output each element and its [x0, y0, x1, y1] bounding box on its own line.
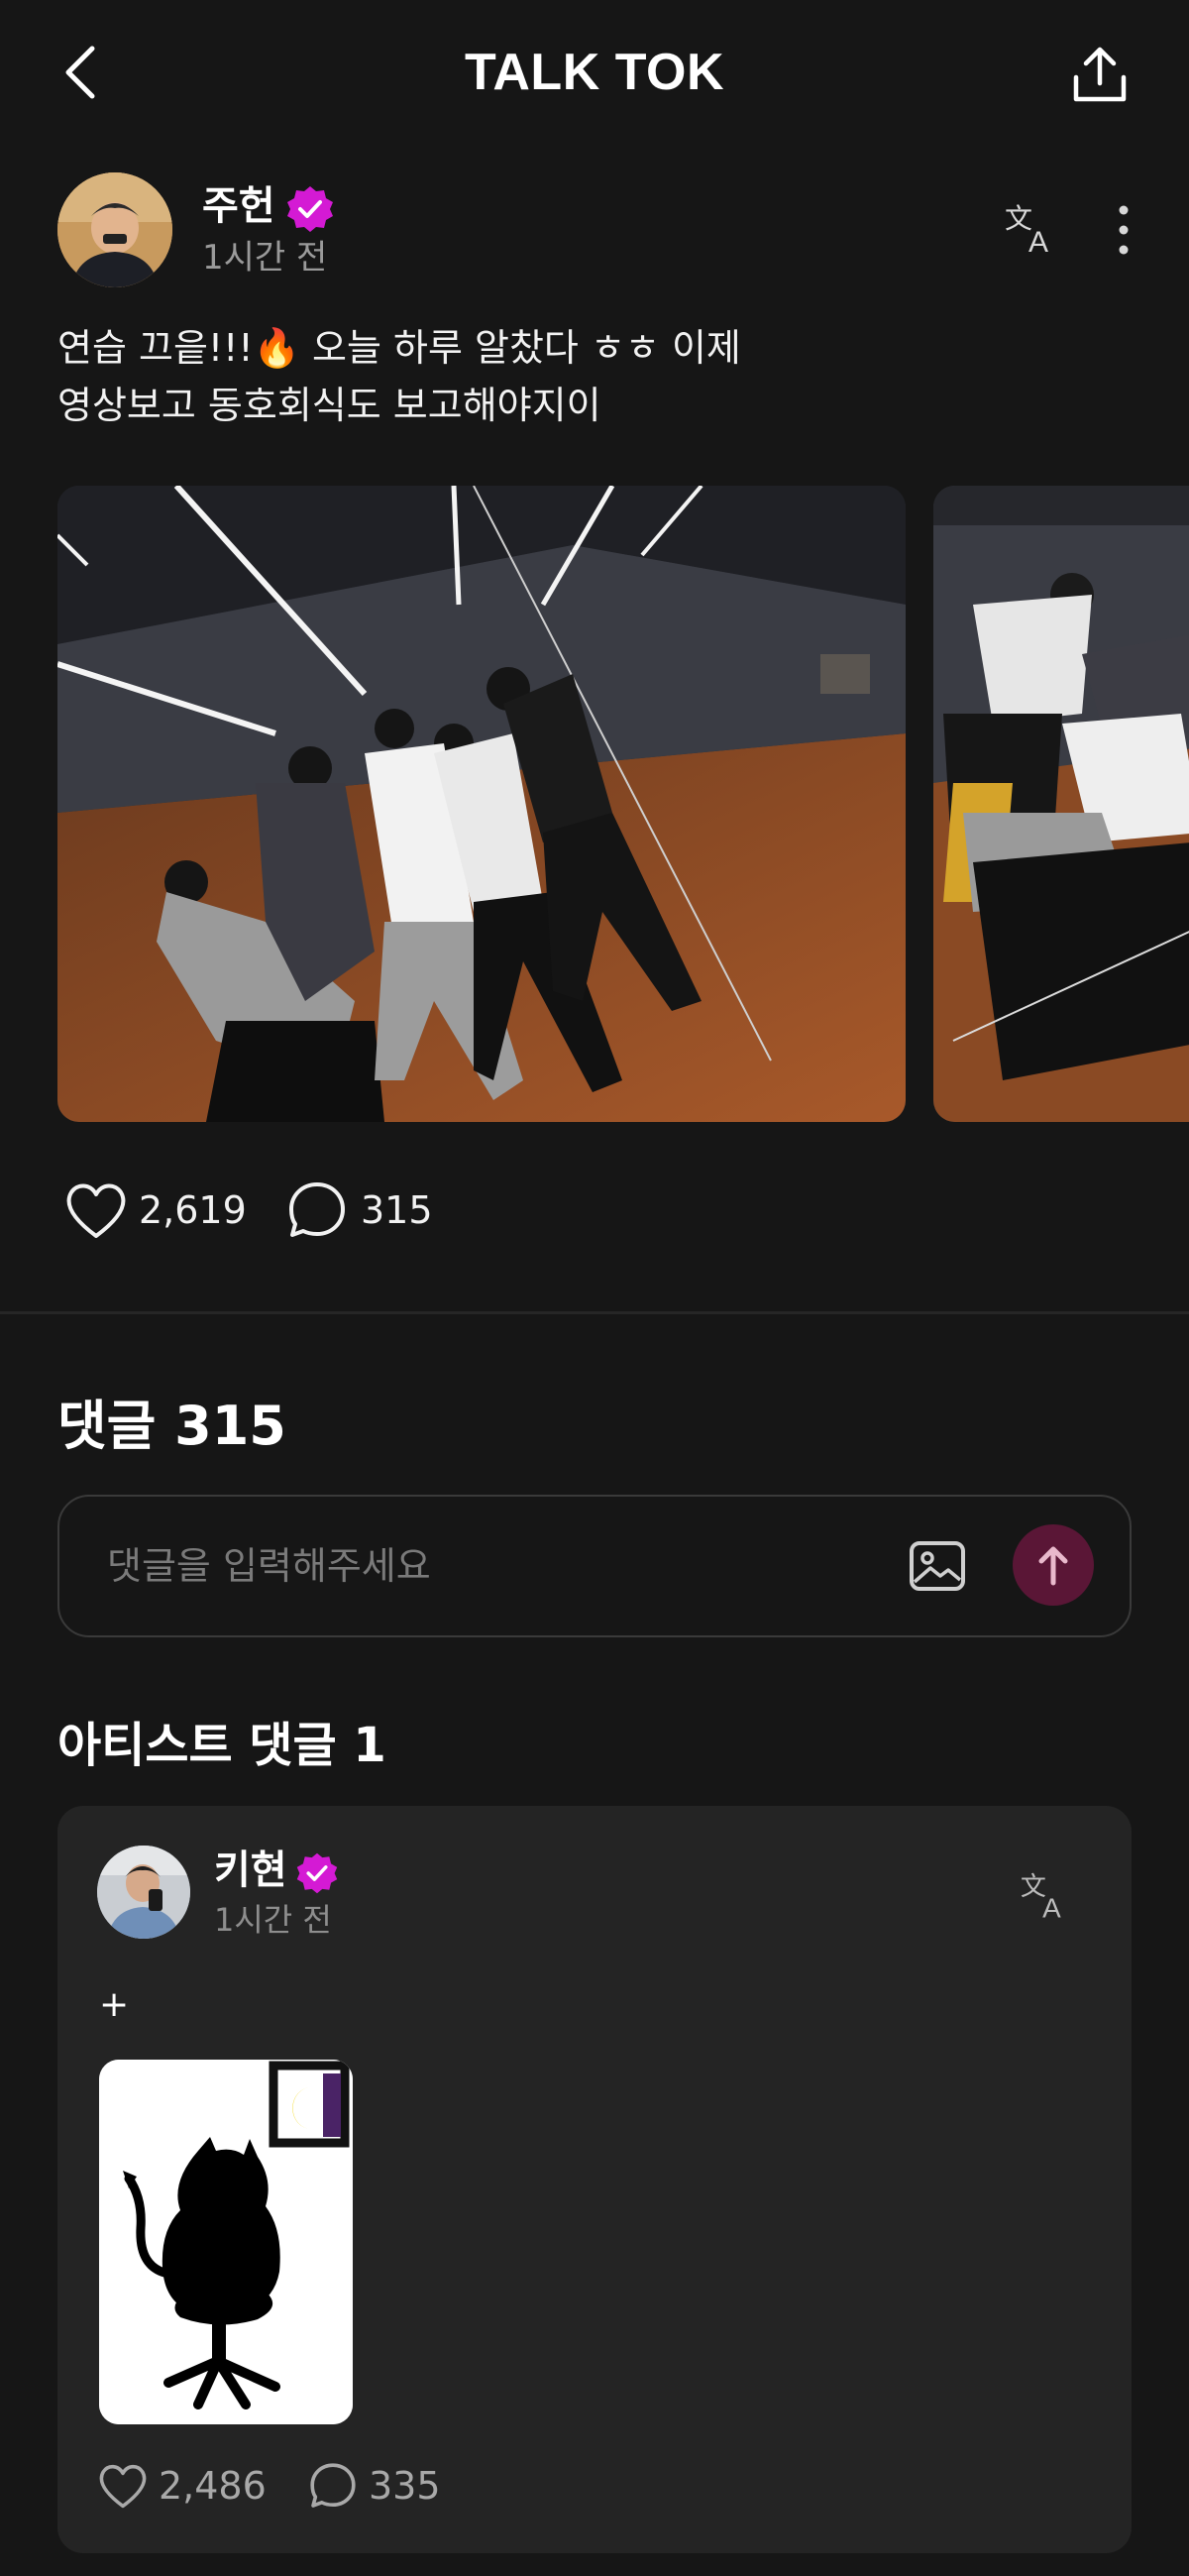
- comment-reply-button[interactable]: 335: [309, 2456, 441, 2516]
- commenter-avatar[interactable]: [97, 1846, 190, 1939]
- author-name[interactable]: 주헌: [202, 181, 275, 231]
- heart-icon: [99, 2464, 147, 2509]
- translate-button[interactable]: 文 A: [1001, 198, 1060, 258]
- artist-comments-heading: 아티스트 댓글 1: [57, 1718, 386, 1773]
- comment-count: 315: [361, 1188, 433, 1232]
- like-count: 2,619: [139, 1188, 247, 1232]
- post-time: 1시간 전: [202, 238, 328, 278]
- comment-bubble-icon: [289, 1182, 345, 1237]
- verified-badge-icon: [295, 1851, 339, 1895]
- image-icon: [910, 1541, 965, 1591]
- post-text-line: 영상보고 동호회식도 보고해야지이: [57, 384, 601, 427]
- comment-button[interactable]: 315: [287, 1177, 433, 1243]
- translate-icon: 文 A: [1021, 1872, 1061, 1921]
- svg-text:A: A: [1028, 226, 1048, 256]
- post-text-line: 연습 끄읕!!!🔥 오늘 하루 알찼다 ㅎㅎ 이제: [57, 326, 741, 370]
- commenter-name[interactable]: 키현: [214, 1846, 287, 1895]
- translate-button[interactable]: 文 A: [1017, 1867, 1072, 1923]
- comments-heading: 댓글 315: [57, 1395, 286, 1457]
- comment-text: +: [99, 1984, 130, 2025]
- translate-icon: 文 A: [1005, 202, 1048, 256]
- arrow-up-icon: [1038, 1546, 1068, 1586]
- comment-like-count: 2,486: [159, 2464, 267, 2508]
- post-body: 연습 끄읕!!!🔥 오늘 하루 알찼다 ㅎㅎ 이제 영상보고 동호회식도 보고해…: [57, 319, 1147, 434]
- svg-text:A: A: [1042, 1892, 1061, 1921]
- verified-badge-icon: [285, 184, 335, 234]
- post-photo[interactable]: [57, 486, 906, 1122]
- comment-time: 1시간 전: [214, 1901, 332, 1939]
- heart-icon: [66, 1183, 126, 1238]
- author-avatar[interactable]: [57, 172, 172, 287]
- comment-input[interactable]: 댓글을 입력해주세요: [107, 1538, 431, 1594]
- comment-like-button[interactable]: 2,486: [97, 2456, 267, 2516]
- share-button[interactable]: [1060, 36, 1139, 115]
- share-upload-icon: [1073, 47, 1127, 102]
- section-divider: [0, 1311, 1189, 1314]
- attach-image-button[interactable]: [906, 1534, 969, 1598]
- comment-reply-count: 335: [369, 2464, 441, 2508]
- post-photo[interactable]: [933, 486, 1189, 1122]
- more-vertical-icon: [1119, 205, 1129, 255]
- comment-image[interactable]: [99, 2060, 353, 2424]
- like-button[interactable]: 2,619: [63, 1177, 247, 1243]
- comment-bubble-icon: [310, 2463, 356, 2508]
- send-button[interactable]: [1013, 1524, 1094, 1606]
- page-title: TALK TOK: [464, 44, 725, 101]
- more-options-button[interactable]: [1102, 198, 1145, 262]
